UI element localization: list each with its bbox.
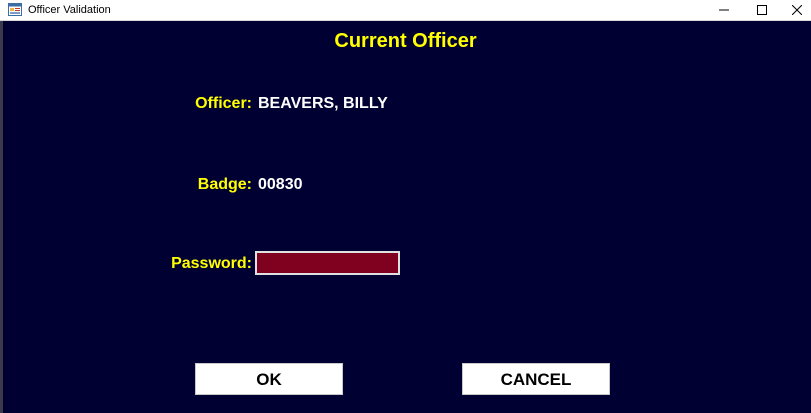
window-left-edge bbox=[0, 21, 3, 413]
close-icon bbox=[792, 5, 802, 15]
form-window-icon bbox=[8, 3, 22, 16]
badge-value: 00830 bbox=[258, 176, 303, 193]
cancel-button[interactable]: CANCEL bbox=[462, 363, 610, 395]
maximize-icon bbox=[757, 5, 767, 15]
officer-validation-window: Officer Validation Current Officer Offic… bbox=[0, 0, 811, 413]
badge-label: Badge: bbox=[197, 176, 252, 193]
password-field[interactable] bbox=[255, 251, 400, 275]
minimize-icon bbox=[719, 5, 729, 15]
password-label: Password: bbox=[171, 255, 252, 272]
officer-value: BEAVERS, BILLY bbox=[258, 95, 388, 112]
close-button[interactable] bbox=[780, 0, 811, 20]
form-body: Current Officer Officer: BEAVERS, BILLY … bbox=[0, 21, 811, 413]
title-bar[interactable]: Officer Validation bbox=[0, 0, 811, 21]
maximize-button[interactable] bbox=[745, 0, 779, 20]
window-title: Officer Validation bbox=[28, 4, 111, 16]
minimize-button[interactable] bbox=[707, 0, 741, 20]
officer-label: Officer: bbox=[195, 95, 252, 112]
page-title: Current Officer bbox=[334, 30, 477, 52]
ok-button[interactable]: OK bbox=[195, 363, 343, 395]
